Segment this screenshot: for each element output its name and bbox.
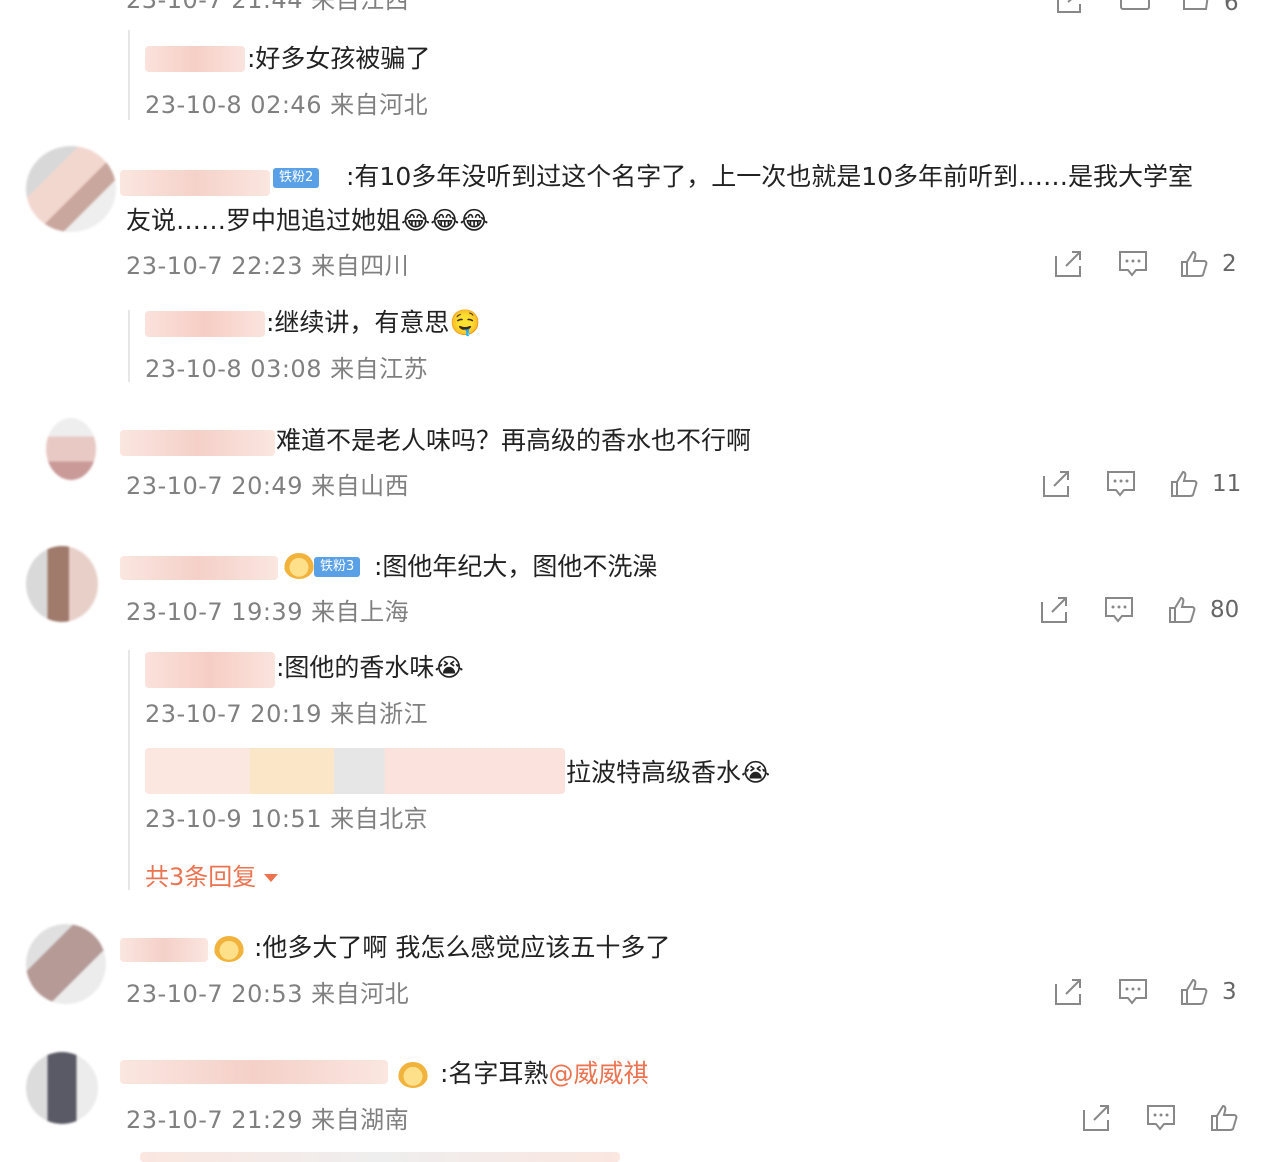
reply-text: :好多女孩被骗了 bbox=[247, 44, 431, 73]
comment-icon[interactable] bbox=[1146, 1104, 1176, 1132]
thumbs-up-icon[interactable] bbox=[1180, 978, 1208, 1006]
comment-text: :他多大了啊 我怎么感觉应该五十多了 bbox=[254, 933, 671, 962]
avatar[interactable] bbox=[46, 418, 96, 480]
thumbs-up-icon[interactable] bbox=[1182, 0, 1210, 11]
share-icon[interactable] bbox=[1054, 978, 1084, 1006]
reply-time: 23-10-8 02:46 来自河北 bbox=[145, 91, 429, 119]
reply-divider bbox=[128, 310, 130, 382]
avatar[interactable] bbox=[26, 1052, 98, 1124]
like-count: 80 bbox=[1210, 597, 1240, 623]
comment-text-line2: 友说……罗中旭追过她姐 bbox=[126, 206, 402, 235]
blurred-username[interactable] bbox=[145, 311, 265, 337]
comment-time: 23-10-7 20:49 来自山西 bbox=[126, 472, 410, 500]
reply-text-row: :继续讲，有意思🤤 bbox=[266, 308, 481, 338]
mention-link[interactable]: @威威祺 bbox=[548, 1059, 648, 1088]
reply-text: 拉波特高级香水 bbox=[566, 758, 742, 787]
reply-divider bbox=[128, 30, 130, 120]
more-replies-link[interactable]: 共3条回复 bbox=[145, 862, 279, 892]
comment-icon[interactable] bbox=[1118, 250, 1148, 278]
like-count: 2 bbox=[1222, 251, 1237, 277]
share-icon[interactable] bbox=[1054, 250, 1084, 278]
comment-time: 23-10-7 22:23 来自四川 bbox=[126, 252, 410, 280]
comment-actions: 3 bbox=[1054, 978, 1237, 1006]
comment-icon[interactable] bbox=[1104, 596, 1134, 624]
thumbs-up-icon[interactable] bbox=[1180, 250, 1208, 278]
laugh-emoji: 😂😂😂 bbox=[401, 206, 489, 235]
blurred-username bbox=[145, 46, 245, 72]
vip-crown-icon bbox=[284, 553, 314, 579]
thumbs-up-icon[interactable] bbox=[1168, 596, 1196, 624]
reply-text: :图他的香水味 bbox=[276, 653, 435, 682]
comment-text: :有10多年没听到过这个名字了，上一次也就是10多年前听到……是我大学室 bbox=[346, 162, 1194, 191]
fan-badge: 铁粉3 bbox=[314, 556, 361, 577]
comment-text: 难道不是老人味吗？再高级的香水也不行啊 bbox=[276, 426, 752, 455]
share-icon[interactable] bbox=[1082, 1104, 1112, 1132]
comment-actions bbox=[1082, 1104, 1252, 1132]
blurred-username[interactable] bbox=[145, 652, 275, 688]
comment-actions: 2 bbox=[1054, 250, 1237, 278]
comment-actions: 11 bbox=[1042, 470, 1241, 498]
comment-icon[interactable] bbox=[1120, 0, 1150, 11]
reply-time: 23-10-8 03:08 来自江苏 bbox=[145, 355, 429, 383]
comment-time: 23-10-7 21:29 来自湖南 bbox=[126, 1106, 410, 1134]
drool-emoji: 🤤 bbox=[449, 308, 481, 337]
thumbs-up-icon[interactable] bbox=[1170, 470, 1198, 498]
share-icon[interactable] bbox=[1040, 596, 1070, 624]
comment-text-row: :名字耳熟@威威祺 bbox=[440, 1059, 648, 1089]
like-count: 6 bbox=[1224, 0, 1239, 16]
comment-time: 23-10-7 20:53 来自河北 bbox=[126, 980, 410, 1008]
thumbs-up-icon[interactable] bbox=[1210, 1104, 1238, 1132]
blurred-username[interactable] bbox=[145, 748, 565, 794]
avatar[interactable] bbox=[26, 546, 98, 622]
blurred-username bbox=[140, 1152, 620, 1162]
comment-text: :名字耳熟 bbox=[440, 1059, 549, 1088]
reply-time: 23-10-7 20:19 来自浙江 bbox=[145, 700, 429, 728]
reply-text: :继续讲，有意思 bbox=[266, 308, 450, 337]
fan-badge: 铁粉2 bbox=[273, 167, 320, 188]
comment-text: :图他年纪大，图他不洗澡 bbox=[374, 552, 658, 581]
cry-emoji: 😭 bbox=[741, 758, 771, 787]
comment-actions: 80 bbox=[1040, 596, 1239, 624]
comment-actions: 6 bbox=[1054, 0, 1239, 16]
blurred-username[interactable] bbox=[120, 938, 208, 962]
comment-time: 23-10-7 19:39 来自上海 bbox=[126, 598, 410, 626]
blurred-username[interactable] bbox=[120, 170, 270, 196]
share-icon[interactable] bbox=[1042, 470, 1072, 498]
reply-text-row: :图他的香水味😭 bbox=[276, 653, 464, 683]
comment-time: 23-10-7 21:44 来自江西 bbox=[126, 0, 410, 14]
comment-icon[interactable] bbox=[1106, 470, 1136, 498]
cry-emoji: 😭 bbox=[434, 653, 464, 682]
vip-crown-icon bbox=[214, 936, 244, 962]
more-replies-label: 共3条回复 bbox=[145, 863, 257, 891]
like-count: 3 bbox=[1222, 979, 1237, 1005]
blurred-username[interactable] bbox=[120, 1060, 388, 1084]
reply-time: 23-10-9 10:51 来自北京 bbox=[145, 805, 429, 833]
blurred-username[interactable] bbox=[120, 556, 278, 580]
blurred-username[interactable] bbox=[120, 430, 275, 456]
comment-icon[interactable] bbox=[1118, 978, 1148, 1006]
like-count: 11 bbox=[1212, 471, 1242, 497]
caret-down-icon bbox=[264, 874, 279, 882]
reply-text-row: 拉波特高级香水😭 bbox=[566, 758, 770, 788]
reply-divider bbox=[128, 650, 130, 890]
avatar[interactable] bbox=[26, 924, 106, 1004]
avatar[interactable] bbox=[26, 146, 116, 232]
comment-text-cont: 友说……罗中旭追过她姐😂😂😂 bbox=[126, 206, 489, 236]
share-icon[interactable] bbox=[1054, 0, 1084, 14]
vip-crown-icon bbox=[398, 1062, 428, 1088]
